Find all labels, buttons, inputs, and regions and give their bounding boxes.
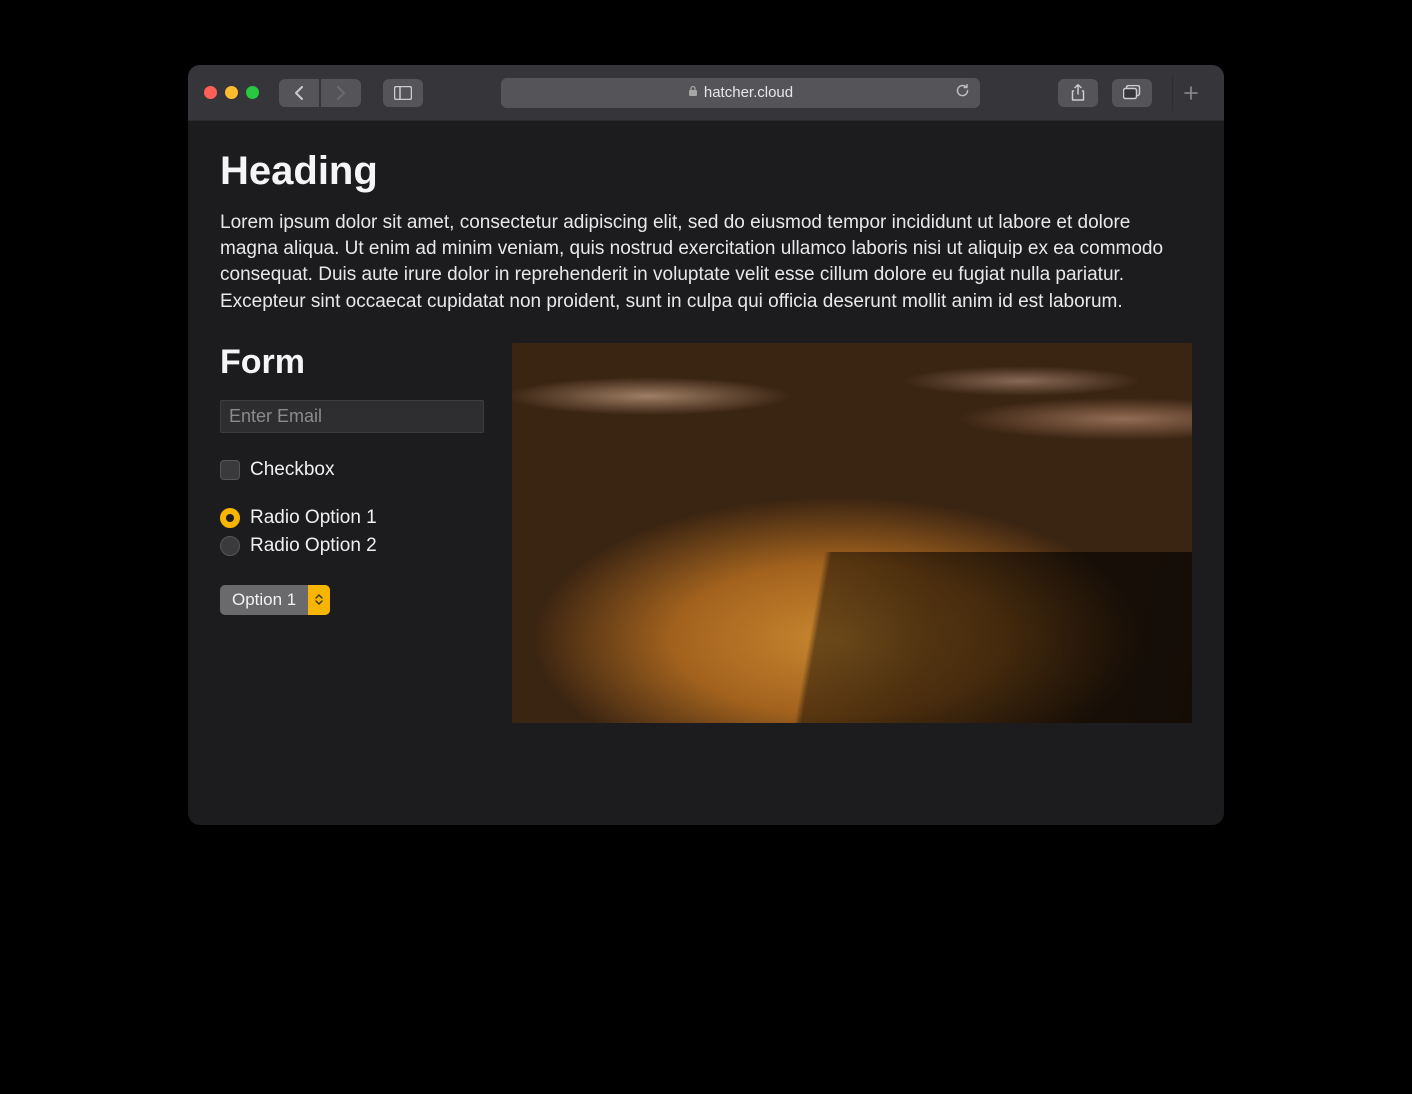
show-tabs-button[interactable] [1112,79,1152,107]
radio-row-1: Radio Option 1 [220,507,484,529]
address-bar[interactable]: hatcher.cloud [501,78,980,108]
titlebar: hatcher.cloud [188,65,1224,121]
radio-label-1: Radio Option 1 [250,507,377,529]
form-column: Form Checkbox Radio Option 1 Radio Optio… [220,343,484,723]
radio-input-1[interactable] [220,508,240,528]
forward-button[interactable] [321,79,361,107]
select-arrows-icon [308,585,330,615]
toolbar-right [1058,75,1208,111]
maximize-window-button[interactable] [246,86,259,99]
checkbox-label: Checkbox [250,459,335,481]
back-button[interactable] [279,79,319,107]
safari-window: hatcher.cloud Heading Lorem ipsum dolor … [188,65,1224,825]
new-tab-button[interactable] [1172,75,1208,111]
page-heading: Heading [220,149,1192,194]
radio-label-2: Radio Option 2 [250,535,377,557]
sidebar-icon [394,86,412,100]
reload-icon [955,83,970,98]
tabs-icon [1123,85,1141,100]
minimize-window-button[interactable] [225,86,238,99]
traffic-lights [204,86,259,99]
plus-icon [1184,86,1198,100]
checkbox-input[interactable] [220,460,240,480]
select-value: Option 1 [220,585,308,615]
body-paragraph: Lorem ipsum dolor sit amet, consectetur … [220,210,1192,315]
lock-icon [688,85,698,100]
reload-button[interactable] [955,83,970,102]
desert-dune-image [512,343,1192,723]
close-window-button[interactable] [204,86,217,99]
image-column [512,343,1192,723]
nav-group [279,79,361,107]
show-sidebar-button[interactable] [383,79,423,107]
radio-row-2: Radio Option 2 [220,535,484,557]
share-icon [1071,84,1085,101]
chevron-left-icon [294,86,304,100]
chevron-right-icon [336,86,346,100]
url-text: hatcher.cloud [704,84,793,101]
radio-input-2[interactable] [220,536,240,556]
radio-group: Radio Option 1 Radio Option 2 [220,507,484,557]
lower-section: Form Checkbox Radio Option 1 Radio Optio… [220,343,1192,723]
checkbox-row: Checkbox [220,459,484,481]
share-button[interactable] [1058,79,1098,107]
select-dropdown[interactable]: Option 1 [220,585,330,615]
page-content: Heading Lorem ipsum dolor sit amet, cons… [188,121,1224,825]
form-heading: Form [220,343,484,382]
email-field[interactable] [220,400,484,433]
